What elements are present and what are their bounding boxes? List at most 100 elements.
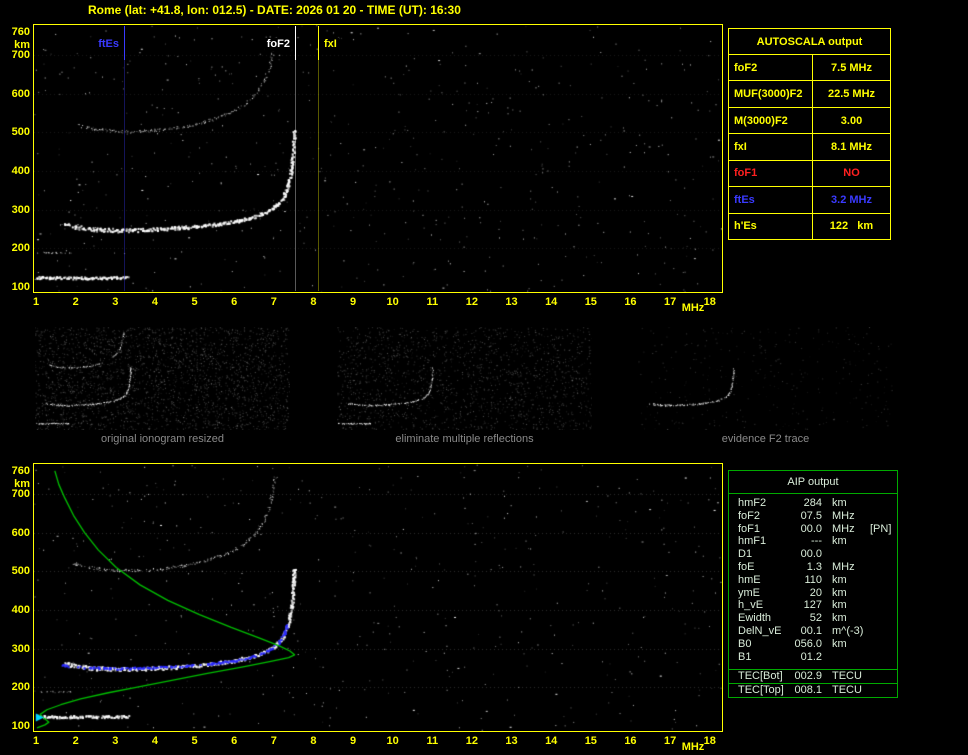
aip-row-ymE: ymE 20 km <box>729 587 897 600</box>
x-axis-tick-top: 9 <box>349 296 357 308</box>
aip-tec-row-TEC[Top]: TEC[Top] 008.1 TECU <box>729 683 897 697</box>
aip-row-foF2: foF2 07.5 MHz <box>729 510 897 523</box>
y-axis-tick-top: 300 <box>11 203 30 216</box>
fxI-marker-line-faint <box>318 26 319 291</box>
aip-row-value: 127 <box>803 599 822 612</box>
autoscala-row-label: h'Es <box>729 213 813 239</box>
x-axis-tick-bottom: 16 <box>624 735 637 747</box>
aip-row-label: foF1 <box>738 522 761 535</box>
thumbnail-original-canvas <box>35 327 290 430</box>
aip-row-unit: km <box>832 497 847 509</box>
aip-row-label: foF2 <box>738 509 761 522</box>
ftEs-marker-label: ftEs <box>96 38 121 51</box>
autoscala-row-value: 22.5 MHz <box>827 88 876 101</box>
y-axis-tick-top: 700 <box>11 49 30 62</box>
aip-row-unit: km <box>832 612 847 625</box>
aip-row-unit: m^(-3) <box>832 624 864 637</box>
aip-row-label: D1 <box>738 548 753 561</box>
aip-row-label: Ewidth <box>738 612 772 625</box>
aip-row-foF1: foF1 00.0 MHz [PN] <box>729 523 897 536</box>
aip-row-D1: D1 00.0 <box>729 548 897 561</box>
ftEs-marker-line <box>124 26 125 60</box>
y-axis-tick-top: 400 <box>11 165 30 178</box>
autoscala-row-label: ftEs <box>729 187 813 213</box>
x-axis-tick-bottom: 11 <box>426 735 439 747</box>
autoscala-row-value: NO <box>843 167 860 180</box>
x-axis-tick-top: 12 <box>465 296 479 308</box>
y-axis-tick-bottom: 100 <box>11 720 30 732</box>
aip-output-title: AIP output <box>729 471 897 494</box>
aip-output-rows: hmF2 284 km foF2 07.5 MHz foF1 00.0 MHz [PN] hmF1 -… <box>729 494 897 669</box>
aip-row-unit: km <box>832 586 847 599</box>
y-axis-top-tick-top: 760 <box>11 26 30 38</box>
x-axis-tick-bottom: 8 <box>310 735 317 747</box>
autoscala-row-foF2: foF2 7.5 MHz <box>729 55 890 82</box>
x-axis-tick-top: 13 <box>505 296 518 308</box>
station-date-header: Rome (lat: +41.8, lon: 012.5) - DATE: 20… <box>88 3 461 17</box>
aip-row-unit: km <box>832 573 847 586</box>
aip-row-value: 52 <box>809 612 822 625</box>
x-axis-tick-bottom: 10 <box>386 735 399 747</box>
aip-row-value: 01.2 <box>800 650 822 663</box>
aip-tec-value: 008.1 <box>794 684 822 696</box>
aip-row-DelN_vE: DelN_vE 00.1 m^(-3) <box>729 625 897 638</box>
x-axis-tick-top: 5 <box>191 296 198 308</box>
x-axis-tick-top: 11 <box>426 296 439 308</box>
autoscala-row-fxI: fxI 8.1 MHz <box>729 134 890 161</box>
y-axis-tick-bottom: 200 <box>11 681 30 694</box>
aip-row-hmE: hmE 110 km <box>729 574 897 587</box>
thumbnail-f2-trace <box>638 327 893 430</box>
aip-row-Ewidth: Ewidth 52 km <box>729 612 897 625</box>
y-axis-tick-top: 100 <box>11 281 30 293</box>
autoscala-row-ftEs: ftEs 3.2 MHz <box>729 187 890 214</box>
x-axis-unit-top: MHz <box>681 302 705 314</box>
aip-row-unit: km <box>832 599 847 612</box>
autoscala-row-value: 122 km <box>829 220 874 233</box>
aip-row-hmF1: hmF1 --- km <box>729 535 897 548</box>
autoscala-row-label: foF1 <box>729 160 813 187</box>
x-axis-tick-bottom: 15 <box>584 735 597 747</box>
aip-output-table: AIP output hmF2 284 km foF2 07.5 MHz foF1 00.0 M… <box>728 470 898 698</box>
aip-row-extra: [PN] <box>870 522 892 535</box>
y-axis-tick-top: 500 <box>11 126 30 139</box>
x-axis-tick-bottom: 6 <box>231 735 238 747</box>
y-axis-tick-bottom: 700 <box>11 488 30 501</box>
autoscala-row-value: 8.1 MHz <box>831 140 872 153</box>
aip-row-label: DelN_vE <box>738 624 782 637</box>
aip-row-label: h_vE <box>738 599 764 612</box>
aip-row-h_vE: h_vE 127 km <box>729 599 897 612</box>
aip-row-label: B0 <box>738 637 752 650</box>
thumbnail-no-multiples-canvas <box>337 327 592 430</box>
x-axis-tick-bottom: 3 <box>112 735 119 747</box>
ftEs-marker-line-faint <box>124 26 125 291</box>
x-axis-tick-top: 4 <box>151 296 158 308</box>
autoscala-row-value: 3.2 MHz <box>831 193 872 206</box>
thumbnail-caption-no-multiples: eliminate multiple reflections <box>395 433 534 445</box>
aip-row-label: foE <box>738 560 755 573</box>
y-axis-tick-top: 600 <box>11 87 30 100</box>
foF2-marker-line-faint <box>295 26 296 291</box>
aip-tec-unit: TECU <box>832 670 862 682</box>
aip-row-label: B1 <box>738 650 752 663</box>
aip-output-tec-rows: TEC[Bot] 002.9 TECU TEC[Top] 008.1 TECU <box>729 669 897 697</box>
aip-tec-unit: TECU <box>832 684 862 696</box>
x-axis-tick-bottom: 2 <box>72 735 79 747</box>
aip-row-unit: MHz <box>832 509 855 522</box>
autoscala-row-label: M(3000)F2 <box>729 107 813 134</box>
aip-row-value: 00.0 <box>800 548 822 561</box>
aip-row-value: 284 <box>803 497 822 509</box>
aip-row-value: 20 <box>809 586 822 599</box>
ionogram-bottom-canvas <box>34 464 722 731</box>
x-axis-tick-top: 16 <box>624 296 637 308</box>
foF2-marker-label: foF2 <box>264 38 292 51</box>
x-axis-tick-top: 14 <box>545 296 558 308</box>
autoscala-row-MUF(3000)F2: MUF(3000)F2 22.5 MHz <box>729 81 890 108</box>
ionogram-top-plot: ftEs foF2 fxI <box>33 24 723 293</box>
autoscala-row-label: fxI <box>729 134 813 160</box>
aip-row-foE: foE 1.3 MHz <box>729 561 897 574</box>
x-axis-tick-top: 8 <box>310 296 317 308</box>
thumbnail-f2-trace-canvas <box>638 327 893 430</box>
autoscala-output-title: AUTOSCALA output <box>729 29 890 55</box>
fxI-marker-label: fxI <box>322 38 339 51</box>
autoscala-screen: Rome (lat: +41.8, lon: 012.5) - DATE: 20… <box>0 0 968 755</box>
